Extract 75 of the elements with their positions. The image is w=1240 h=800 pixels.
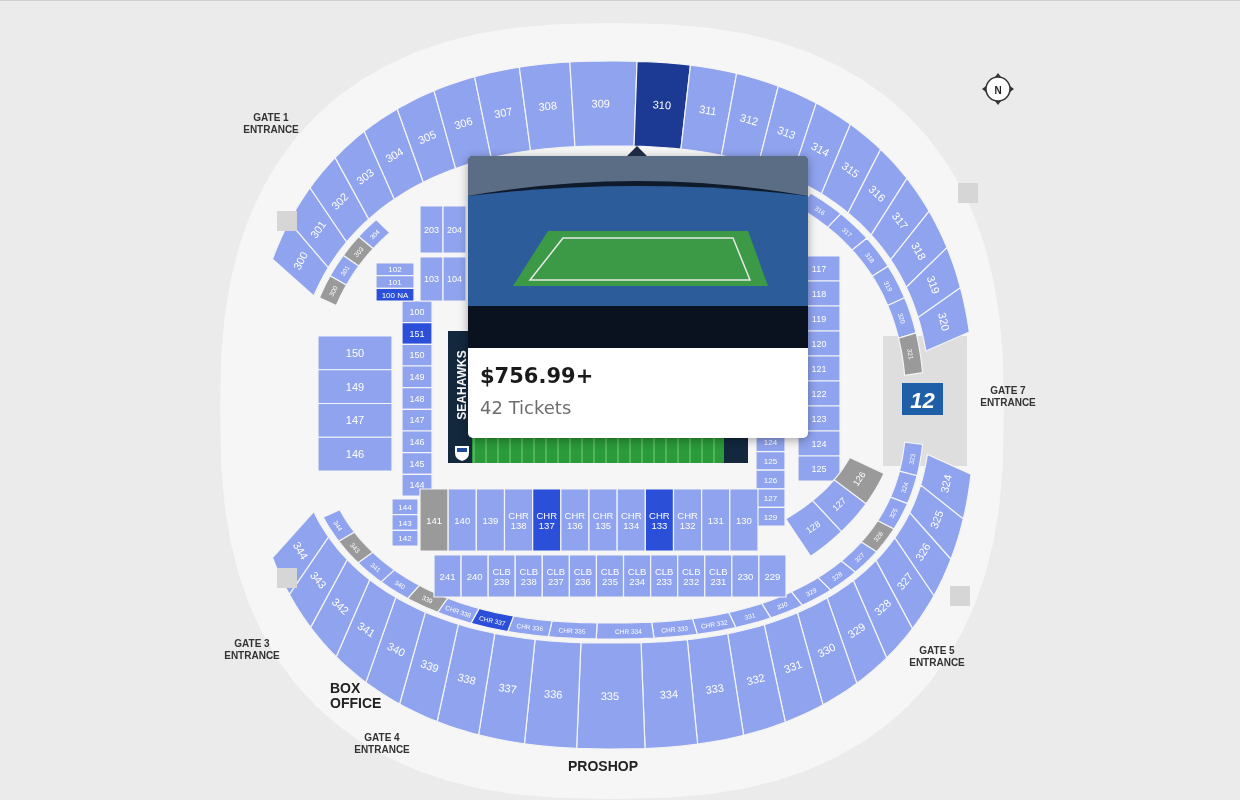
seat-section[interactable]: 307 <box>473 66 532 159</box>
seat-section[interactable]: 143 <box>391 514 419 531</box>
seat-section[interactable]: CLB 238 <box>514 554 543 598</box>
seat-section[interactable]: 103 <box>419 256 444 302</box>
seat-section[interactable]: 146 <box>401 430 433 454</box>
seat-section[interactable]: CLB 236 <box>568 554 598 598</box>
team-flag: 12 <box>902 383 943 415</box>
seat-section[interactable]: 310 <box>633 60 692 150</box>
seat-section[interactable]: CHR 137 <box>532 488 562 552</box>
seat-section[interactable]: CLB 233 <box>650 554 679 598</box>
seat-section[interactable]: CLB 237 <box>541 554 570 598</box>
seat-section[interactable]: 147 <box>317 402 393 438</box>
seat-section[interactable]: 146 <box>317 436 393 472</box>
seat-section[interactable]: 309 <box>569 60 638 148</box>
gate-marker <box>958 183 978 203</box>
seat-section[interactable]: CLB 234 <box>622 554 652 598</box>
compass: N <box>982 73 1014 105</box>
seat-section[interactable]: 100 <box>401 300 433 324</box>
seat-section[interactable]: CLB 231 <box>704 554 733 598</box>
seat-section[interactable]: 125 <box>755 451 786 471</box>
endzone-text: SEAHAWKS <box>455 350 469 420</box>
seat-section[interactable]: 131 <box>701 488 731 552</box>
seat-section[interactable]: 229 <box>758 554 787 598</box>
seat-section[interactable]: 100 NA <box>375 287 415 302</box>
gate-marker <box>277 568 297 588</box>
seat-section[interactable]: 148 <box>401 387 433 410</box>
seat-section[interactable]: CLB 235 <box>595 554 625 598</box>
seat-section[interactable]: 130 <box>729 488 759 552</box>
seat-section[interactable]: 142 <box>391 529 419 547</box>
seat-section[interactable]: 334 <box>640 639 699 750</box>
seat-section[interactable]: 333 <box>686 632 745 745</box>
gate-marker <box>277 211 297 231</box>
seat-section[interactable]: 151 <box>401 322 433 345</box>
gate-label: GATE 1 ENTRANCE <box>243 112 299 135</box>
seat-section[interactable]: 102 <box>375 262 415 277</box>
gate-label: GATE 4 ENTRANCE <box>354 732 410 755</box>
seat-section[interactable]: 241 <box>433 554 462 598</box>
seat-section[interactable]: 336 <box>523 638 582 750</box>
price-text: $756.99+ <box>480 364 594 388</box>
seat-section[interactable]: 140 <box>447 488 477 552</box>
seat-section[interactable]: CHR 138 <box>503 488 534 552</box>
seat-section[interactable]: 147 <box>401 408 433 432</box>
seat-section[interactable]: CLB 239 <box>487 554 516 598</box>
seat-section[interactable]: 125 <box>797 455 841 482</box>
seat-section[interactable]: 149 <box>317 369 393 405</box>
seat-section[interactable]: 104 <box>442 256 467 302</box>
seat-section[interactable]: 240 <box>460 554 489 598</box>
gate-label: GATE 7 ENTRANCE <box>980 385 1036 408</box>
seat-section[interactable]: CHR 134 <box>616 488 646 552</box>
seat-section[interactable]: 230 <box>731 554 760 598</box>
ticket-count: 42 Tickets <box>480 397 572 418</box>
seat-section[interactable]: 311 <box>680 64 738 157</box>
gate-marker <box>950 586 970 606</box>
seat-section[interactable]: CHR 133 <box>644 488 675 552</box>
building-label: PROSHOP <box>568 758 638 774</box>
seat-section[interactable]: 149 <box>401 365 433 389</box>
seat-section[interactable]: 335 <box>576 641 646 750</box>
seat-section[interactable]: CLB 232 <box>677 554 706 598</box>
seat-section[interactable]: 126 <box>755 469 786 490</box>
seat-section[interactable]: 204 <box>442 205 467 254</box>
seat-section[interactable]: 145 <box>401 452 433 475</box>
seat-section[interactable]: 150 <box>317 335 393 371</box>
seat-section[interactable]: 150 <box>401 343 433 367</box>
shield-icon <box>455 446 469 461</box>
seat-section[interactable]: CHR 135 <box>588 488 618 552</box>
seat-section[interactable]: 337 <box>477 632 536 745</box>
seat-section[interactable]: 141 <box>419 488 449 552</box>
seat-section[interactable]: 203 <box>419 205 444 254</box>
seat-section[interactable]: 139 <box>475 488 506 552</box>
gate-label: GATE 3 ENTRANCE <box>224 638 280 661</box>
seat-section[interactable]: CHR 136 <box>560 488 590 552</box>
seat-section[interactable]: 308 <box>518 61 576 152</box>
seat-section[interactable]: CHR 132 <box>672 488 703 552</box>
seat-section[interactable]: 101 <box>375 275 415 289</box>
seat-section[interactable]: 144 <box>391 498 419 516</box>
